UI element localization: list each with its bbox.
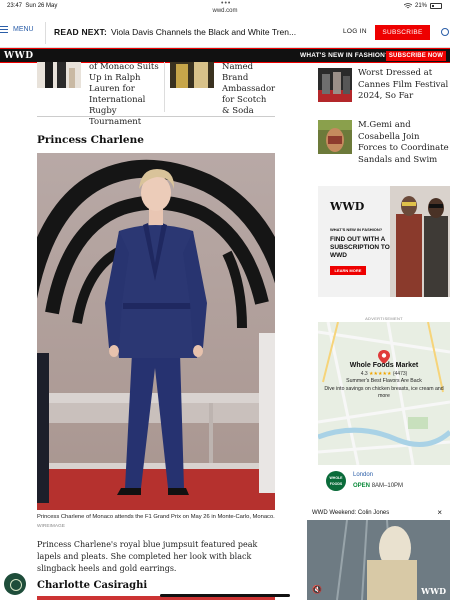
article-photo[interactable] (37, 153, 275, 510)
mute-icon[interactable]: 🔇 (312, 585, 322, 594)
read-next-link[interactable]: READ NEXT: Viola Davis Channels the Black… (54, 27, 296, 37)
caption-text: Princess Charlene of Monaco attends the … (37, 514, 275, 520)
header-divider (45, 22, 46, 44)
ad-models-image (390, 186, 450, 297)
whole-foods-logo: WHOLE FOODS (326, 471, 346, 491)
video-header: WWD Weekend: Colin Jones × (307, 508, 450, 520)
photo-caption: Princess Charlene of Monaco attends the … (37, 513, 275, 531)
rating-stars-icon: ★★★★★ (369, 371, 392, 377)
video-player[interactable]: 🔇 WWD (307, 520, 450, 600)
sidebar-thumb-mgemi (318, 120, 352, 154)
related-divider (164, 62, 165, 112)
read-next-label: READ NEXT: (54, 27, 108, 37)
video-wwd-logo: WWD (421, 586, 446, 596)
subscribe-button[interactable]: SUBSCRIBE (375, 25, 430, 40)
read-next-title: Viola Davis Channels the Black and White… (111, 27, 297, 37)
related-thumb-1[interactable] (37, 62, 81, 88)
store-city[interactable]: London (353, 472, 373, 478)
related-title-2[interactable]: Named Brand Ambassador for Scotch & Soda (222, 62, 275, 117)
princess-charlene-photo (37, 153, 275, 510)
video-title: WWD Weekend: Colin Jones (312, 510, 390, 516)
related-thumb-2[interactable] (170, 62, 214, 88)
article-body: Princess Charlene's royal blue jumpsuit … (37, 540, 258, 573)
ad-tagline: Summer's Best Flavors Are Back (346, 378, 422, 384)
subscribe-now-button[interactable]: SUBSCRIBE NOW (386, 51, 446, 61)
promo-banner: WWD WHAT'S NEW IN FASHION? SUBSCRIBE NOW (0, 48, 450, 63)
section-title-charlotte-casiraghi: Charlotte Casiraghi (37, 580, 148, 591)
url-label[interactable]: wwd.com (0, 8, 450, 14)
status-indicators: 21% (403, 3, 442, 9)
battery-icon (430, 3, 442, 9)
status-bar: 23:47 Sun 26 May ••• wwd.com 21% (0, 0, 450, 17)
wwd-subscription-ad[interactable]: WWD WHAT'S NEW IN FASHION? FIND OUT WITH… (318, 186, 450, 297)
menu-button[interactable]: MENU (0, 26, 34, 33)
store-name: Whole Foods Market (349, 362, 419, 369)
sidebar-item-cannes[interactable]: Worst Dressed at Cannes Film Festival 20… (318, 68, 450, 108)
store-hours: OPEN 8AM–10PM (353, 483, 404, 489)
whats-new-link[interactable]: WHAT'S NEW IN FASHION? (300, 52, 389, 59)
store-rating: 4.3 ★★★★★ (4473) (360, 371, 408, 377)
menu-label: MENU (13, 26, 34, 33)
multitask-dots[interactable]: ••• (221, 0, 231, 7)
ad-wwd-logo: WWD (330, 200, 365, 213)
wwd-logo[interactable]: WWD (4, 51, 34, 61)
ad-learn-more-button[interactable]: LEARN MORE (330, 266, 366, 275)
whole-foods-map-ad[interactable]: Whole Foods Market 4.3 ★★★★★ (4473) Summ… (318, 322, 450, 465)
wifi-icon (403, 3, 412, 9)
login-link[interactable]: LOG IN (343, 28, 367, 35)
ad-whats-new: WHAT'S NEW IN FASHION? (330, 227, 383, 232)
sidebar-item-mgemi[interactable]: M.Gemi and Cosabella Join Forces to Coor… (318, 120, 450, 168)
sidebar-thumb-cannes (318, 68, 352, 102)
section-rule (37, 116, 275, 117)
hamburger-icon (0, 26, 8, 33)
section-title-princess-charlene: Princess Charlene (37, 134, 144, 146)
home-indicator[interactable] (160, 594, 290, 597)
map-ad-card: Whole Foods Market 4.3 ★★★★★ (4473) Summ… (318, 362, 450, 400)
store-info-bar[interactable]: WHOLE FOODS London OPEN 8AM–10PM (318, 465, 450, 499)
search-icon[interactable] (441, 28, 449, 36)
related-title-1[interactable]: of Monaco Suits Up in Ralph Lauren for I… (89, 62, 161, 128)
sidebar-title-cannes: Worst Dressed at Cannes Film Festival 20… (358, 68, 449, 101)
photo-credit: WIREIMAGE (37, 524, 65, 529)
close-icon[interactable]: × (437, 508, 442, 517)
advertisement-label: ADVERTISEMENT (365, 316, 403, 321)
site-header: MENU READ NEXT: Viola Davis Channels the … (0, 18, 450, 48)
cookie-settings-icon[interactable] (4, 573, 26, 595)
sidebar-title-mgemi: M.Gemi and Cosabella Join Forces to Coor… (358, 120, 449, 165)
ad-description: Dive into savings on chicken breasts, ic… (324, 386, 444, 399)
battery-percent: 21% (414, 3, 427, 9)
